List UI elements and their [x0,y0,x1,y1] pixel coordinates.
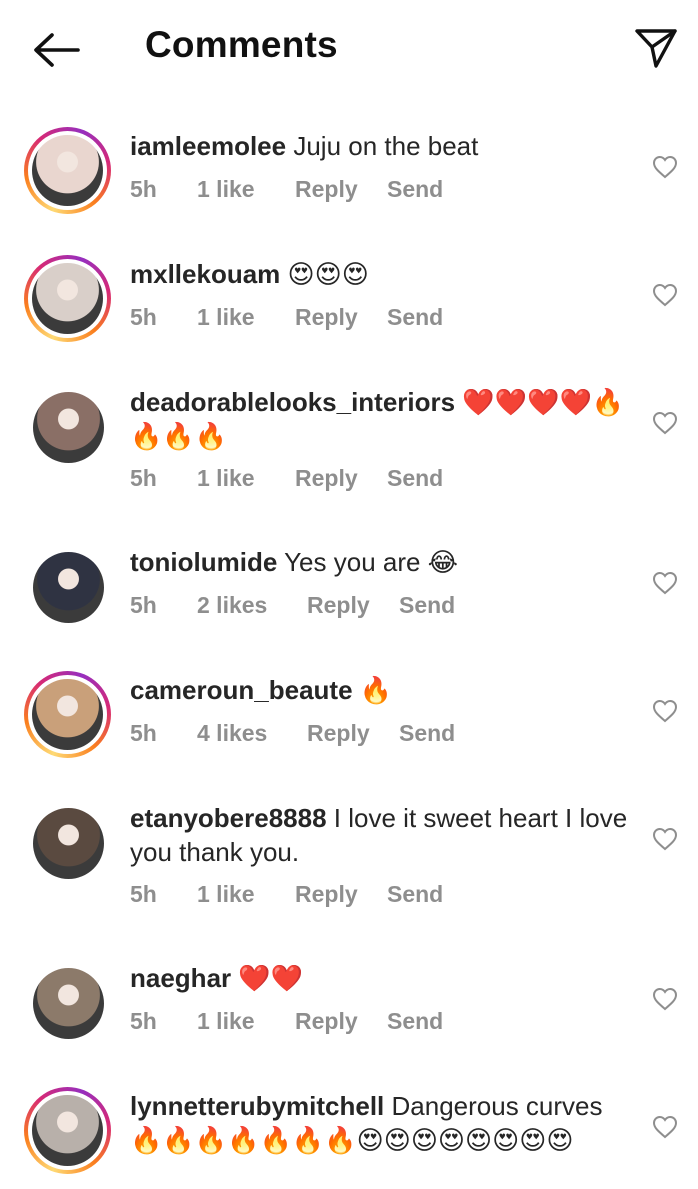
avatar[interactable] [24,671,111,758]
avatar-image [32,1095,103,1166]
avatar-image [32,679,103,750]
comment-body: lynnetterubymitchell Dangerous curves 🔥🔥… [130,1089,630,1157]
like-count[interactable]: 1 like [197,176,255,203]
comment-body: deadorablelooks_interiors ❤️❤️❤️❤️🔥🔥🔥🔥 [130,385,630,453]
comment-time: 5h [130,465,157,491]
comment-username[interactable]: toniolumide [130,547,277,577]
send-button[interactable]: Send [399,720,455,747]
comment-text: Yes you are 😂 [284,547,459,577]
comment-text: 🔥 [359,675,393,705]
like-comment-button[interactable] [650,280,680,310]
avatar[interactable] [24,1087,111,1174]
avatar[interactable] [24,127,111,214]
heart-icon [652,283,678,307]
like-comment-button[interactable] [650,984,680,1014]
comment-username[interactable]: lynnetterubymitchell [130,1091,384,1121]
heart-icon [652,155,678,179]
comment-body: etanyobere8888 I love it sweet heart I l… [130,801,630,869]
like-comment-button[interactable] [650,696,680,726]
paper-plane-icon [635,29,677,68]
heart-icon [652,827,678,851]
comment-body: toniolumide Yes you are 😂 [130,545,630,579]
avatar[interactable] [24,543,111,630]
reply-button[interactable]: Reply [295,176,358,203]
heart-icon [652,411,678,435]
like-count[interactable]: 2 likes [197,592,267,619]
comment-time: 5h [130,304,157,330]
comment-time: 5h [130,592,157,618]
avatar[interactable] [24,383,111,470]
avatar-image [32,135,103,206]
reply-button[interactable]: Reply [307,592,370,619]
comment-body: mxllekouam 😍😍😍 [130,257,630,291]
send-button[interactable]: Send [387,881,443,908]
comment-username[interactable]: cameroun_beaute [130,675,353,705]
like-comment-button[interactable] [650,568,680,598]
back-arrow-icon [34,33,80,67]
comment-body: iamleemolee Juju on the beat [130,129,630,163]
avatar[interactable] [24,799,111,886]
avatar[interactable] [24,255,111,342]
comment-body: cameroun_beaute 🔥 [130,673,630,707]
comment-username[interactable]: deadorablelooks_interiors [130,387,455,417]
back-button[interactable] [28,26,84,74]
comment-text: ❤️❤️ [238,963,304,993]
avatar-image [33,808,104,879]
avatar-image [33,552,104,623]
comment-text: 😍😍😍 [287,259,369,289]
heart-icon [652,1115,678,1139]
like-count[interactable]: 1 like [197,1008,255,1035]
comment-username[interactable]: etanyobere8888 [130,803,327,833]
send-button[interactable]: Send [387,465,443,492]
reply-button[interactable]: Reply [295,304,358,331]
comment-time: 5h [130,176,157,202]
like-comment-button[interactable] [650,1112,680,1142]
comment-username[interactable]: iamleemolee [130,131,286,161]
reply-button[interactable]: Reply [295,881,358,908]
reply-button[interactable]: Reply [295,465,358,492]
send-button[interactable]: Send [387,176,443,203]
page-title: Comments [145,24,338,65]
like-comment-button[interactable] [650,408,680,438]
avatar-image [32,263,103,334]
reply-button[interactable]: Reply [295,1008,358,1035]
avatar[interactable] [24,959,111,1046]
comment-time: 5h [130,1008,157,1034]
comment-body: naeghar ❤️❤️ [130,961,630,995]
like-count[interactable]: 1 like [197,465,255,492]
comment-username[interactable]: mxllekouam [130,259,280,289]
like-count[interactable]: 1 like [197,304,255,331]
header-bar: Comments [0,0,698,96]
heart-icon [652,571,678,595]
comment-text: Juju on the beat [293,131,479,161]
like-comment-button[interactable] [650,824,680,854]
reply-button[interactable]: Reply [307,720,370,747]
avatar-image [33,968,104,1039]
avatar-image [33,392,104,463]
heart-icon [652,699,678,723]
comment-time: 5h [130,881,157,907]
share-button[interactable] [628,24,684,72]
send-button[interactable]: Send [399,592,455,619]
comment-username[interactable]: naeghar [130,963,231,993]
like-count[interactable]: 1 like [197,881,255,908]
comment-time: 5h [130,720,157,746]
like-comment-button[interactable] [650,152,680,182]
heart-icon [652,987,678,1011]
send-button[interactable]: Send [387,304,443,331]
send-button[interactable]: Send [387,1008,443,1035]
like-count[interactable]: 4 likes [197,720,267,747]
